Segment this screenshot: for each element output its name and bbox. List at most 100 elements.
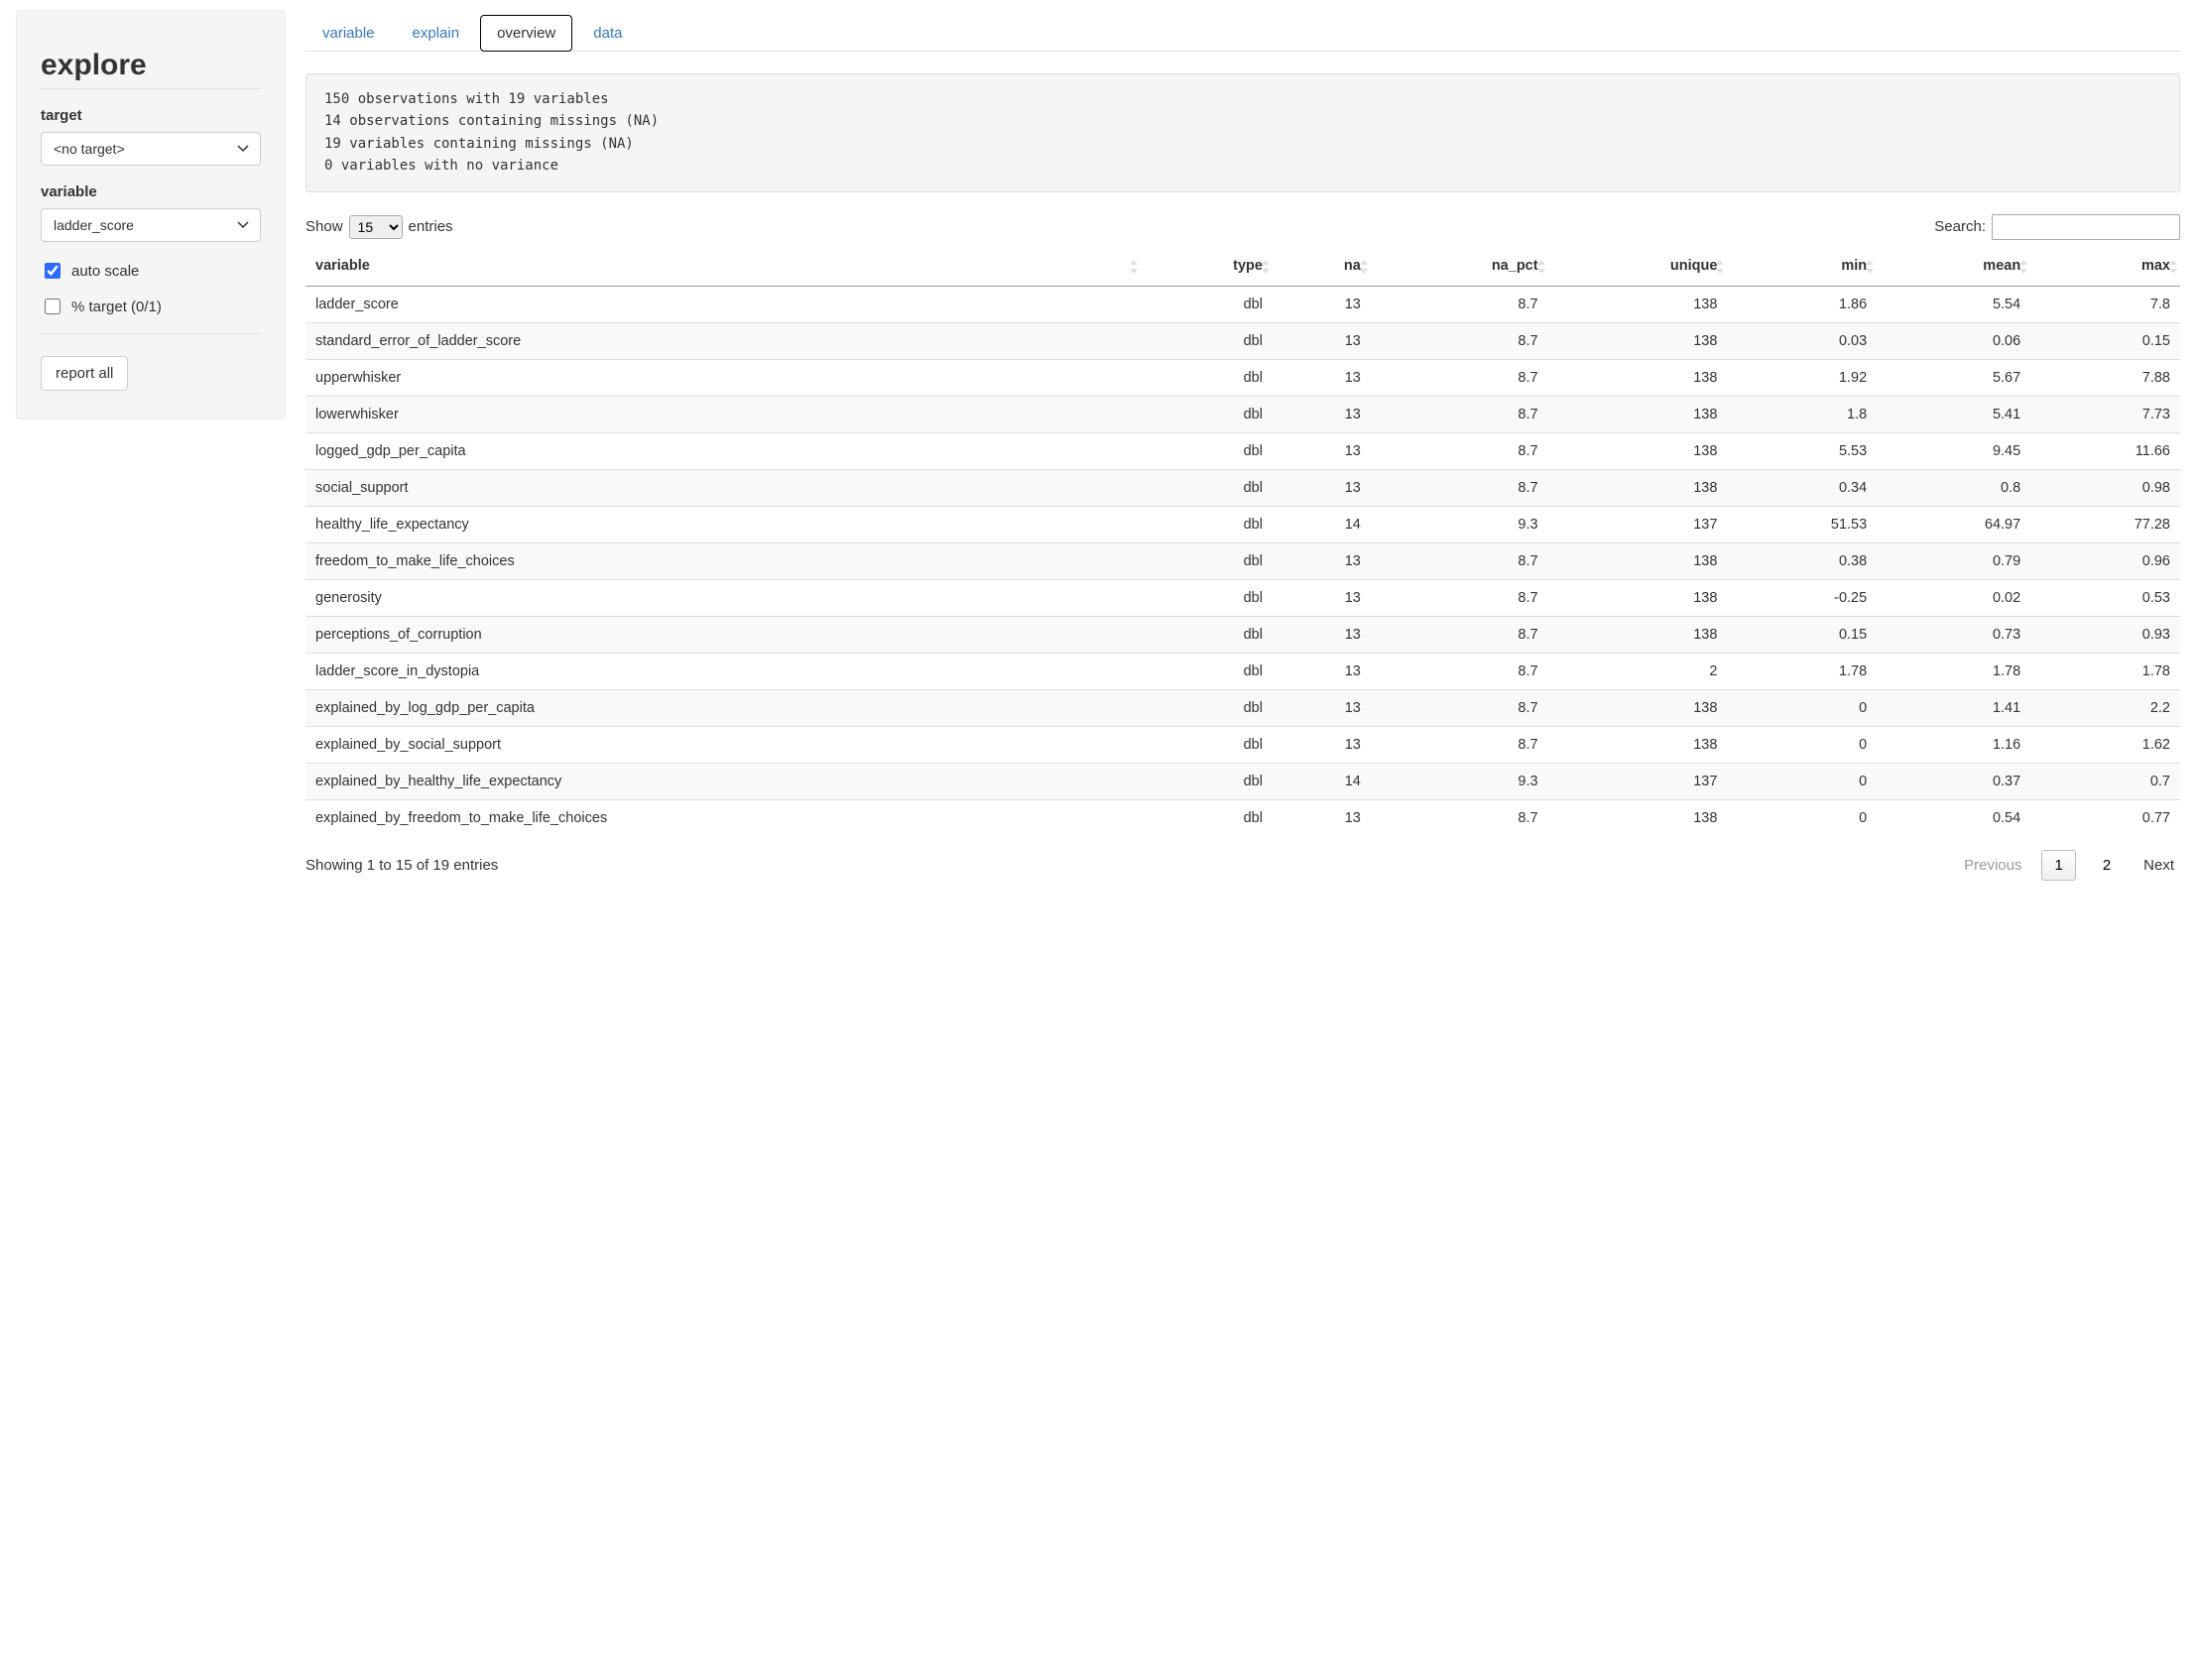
cell-unique: 138 — [1548, 616, 1728, 653]
col-mean[interactable]: mean — [1877, 248, 2030, 287]
col-type[interactable]: type — [1141, 248, 1273, 287]
target-select[interactable]: <no target> — [41, 132, 261, 166]
col-na[interactable]: na — [1273, 248, 1371, 287]
cell-variable: generosity — [305, 579, 1141, 616]
summary-box: 150 observations with 19 variables 14 ob… — [305, 73, 2180, 192]
cell-na-pct: 8.7 — [1371, 689, 1548, 726]
sort-icon — [1359, 260, 1369, 274]
table-search-control: Search: — [1934, 214, 2180, 240]
auto-scale-label[interactable]: auto scale — [71, 263, 139, 280]
cell-na-pct: 8.7 — [1371, 653, 1548, 689]
cell-unique: 138 — [1548, 432, 1728, 469]
cell-max: 0.77 — [2030, 799, 2180, 836]
tab-data[interactable]: data — [576, 15, 639, 52]
cell-type: dbl — [1141, 396, 1273, 432]
cell-unique: 138 — [1548, 322, 1728, 359]
cell-min: 1.92 — [1727, 359, 1877, 396]
divider — [41, 88, 261, 89]
sidebar-title: explore — [41, 49, 261, 82]
cell-variable: perceptions_of_corruption — [305, 616, 1141, 653]
table-row: perceptions_of_corruptiondbl138.71380.15… — [305, 616, 2180, 653]
sort-icon — [1865, 260, 1875, 274]
cell-mean: 1.41 — [1877, 689, 2030, 726]
col-max[interactable]: max — [2030, 248, 2180, 287]
divider — [41, 333, 261, 334]
pager-page-1[interactable]: 1 — [2041, 850, 2075, 881]
cell-unique: 138 — [1548, 396, 1728, 432]
cell-unique: 138 — [1548, 799, 1728, 836]
cell-min: 0 — [1727, 799, 1877, 836]
report-all-button[interactable]: report all — [41, 356, 128, 391]
pct-target-checkbox[interactable] — [45, 299, 61, 314]
page-size-select[interactable]: 10152550100 — [349, 215, 403, 239]
cell-type: dbl — [1141, 579, 1273, 616]
cell-na: 13 — [1273, 359, 1371, 396]
col-min[interactable]: min — [1727, 248, 1877, 287]
cell-min: 0.03 — [1727, 322, 1877, 359]
cell-mean: 0.54 — [1877, 799, 2030, 836]
sort-icon — [1536, 260, 1546, 274]
cell-max: 0.98 — [2030, 469, 2180, 506]
cell-max: 11.66 — [2030, 432, 2180, 469]
cell-na: 13 — [1273, 726, 1371, 763]
cell-unique: 138 — [1548, 579, 1728, 616]
app-root: explore target <no target> variable ladd… — [0, 0, 2196, 900]
cell-mean: 0.79 — [1877, 542, 2030, 579]
pct-target-label[interactable]: % target (0/1) — [71, 299, 162, 315]
variable-label: variable — [41, 183, 261, 200]
cell-variable: explained_by_freedom_to_make_life_choice… — [305, 799, 1141, 836]
cell-variable: standard_error_of_ladder_score — [305, 322, 1141, 359]
cell-na: 13 — [1273, 616, 1371, 653]
variable-select[interactable]: ladder_score — [41, 208, 261, 242]
sort-icon — [1261, 260, 1271, 274]
col-variable[interactable]: variable — [305, 248, 1141, 287]
tab-overview[interactable]: overview — [480, 15, 572, 52]
pager: Previous 12 Next — [1958, 850, 2180, 881]
cell-na: 13 — [1273, 653, 1371, 689]
target-select-value: <no target> — [41, 132, 261, 166]
tab-explain[interactable]: explain — [396, 15, 477, 52]
tab-variable[interactable]: variable — [305, 15, 392, 52]
cell-max: 7.88 — [2030, 359, 2180, 396]
cell-mean: 64.97 — [1877, 506, 2030, 542]
cell-na: 13 — [1273, 322, 1371, 359]
cell-min: 0 — [1727, 763, 1877, 799]
show-label-suffix: entries — [409, 218, 453, 235]
cell-na: 13 — [1273, 432, 1371, 469]
cell-type: dbl — [1141, 322, 1273, 359]
pager-page-2[interactable]: 2 — [2090, 850, 2124, 881]
table-length-control: Show 10152550100 entries — [305, 215, 453, 239]
cell-type: dbl — [1141, 432, 1273, 469]
cell-na-pct: 9.3 — [1371, 763, 1548, 799]
col-na-pct[interactable]: na_pct — [1371, 248, 1548, 287]
pager-next[interactable]: Next — [2137, 851, 2180, 880]
table-row: logged_gdp_per_capitadbl138.71385.539.45… — [305, 432, 2180, 469]
table-row: generositydbl138.7138-0.250.020.53 — [305, 579, 2180, 616]
auto-scale-checkbox[interactable] — [45, 263, 61, 279]
cell-na-pct: 8.7 — [1371, 579, 1548, 616]
table-row: social_supportdbl138.71380.340.80.98 — [305, 469, 2180, 506]
cell-variable: explained_by_healthy_life_expectancy — [305, 763, 1141, 799]
cell-type: dbl — [1141, 616, 1273, 653]
cell-unique: 138 — [1548, 469, 1728, 506]
cell-max: 0.93 — [2030, 616, 2180, 653]
pager-previous[interactable]: Previous — [1958, 851, 2027, 880]
sort-icon — [2018, 260, 2028, 274]
cell-type: dbl — [1141, 359, 1273, 396]
cell-na-pct: 8.7 — [1371, 542, 1548, 579]
cell-min: 0 — [1727, 689, 1877, 726]
cell-variable: explained_by_log_gdp_per_capita — [305, 689, 1141, 726]
cell-na: 13 — [1273, 396, 1371, 432]
cell-mean: 0.06 — [1877, 322, 2030, 359]
cell-na: 13 — [1273, 799, 1371, 836]
cell-na-pct: 8.7 — [1371, 359, 1548, 396]
table-row: explained_by_freedom_to_make_life_choice… — [305, 799, 2180, 836]
show-label-prefix: Show — [305, 218, 343, 235]
sort-icon — [1129, 260, 1139, 274]
search-input[interactable] — [1992, 214, 2180, 240]
cell-unique: 138 — [1548, 359, 1728, 396]
col-unique[interactable]: unique — [1548, 248, 1728, 287]
cell-type: dbl — [1141, 653, 1273, 689]
cell-na-pct: 8.7 — [1371, 616, 1548, 653]
cell-variable: lowerwhisker — [305, 396, 1141, 432]
